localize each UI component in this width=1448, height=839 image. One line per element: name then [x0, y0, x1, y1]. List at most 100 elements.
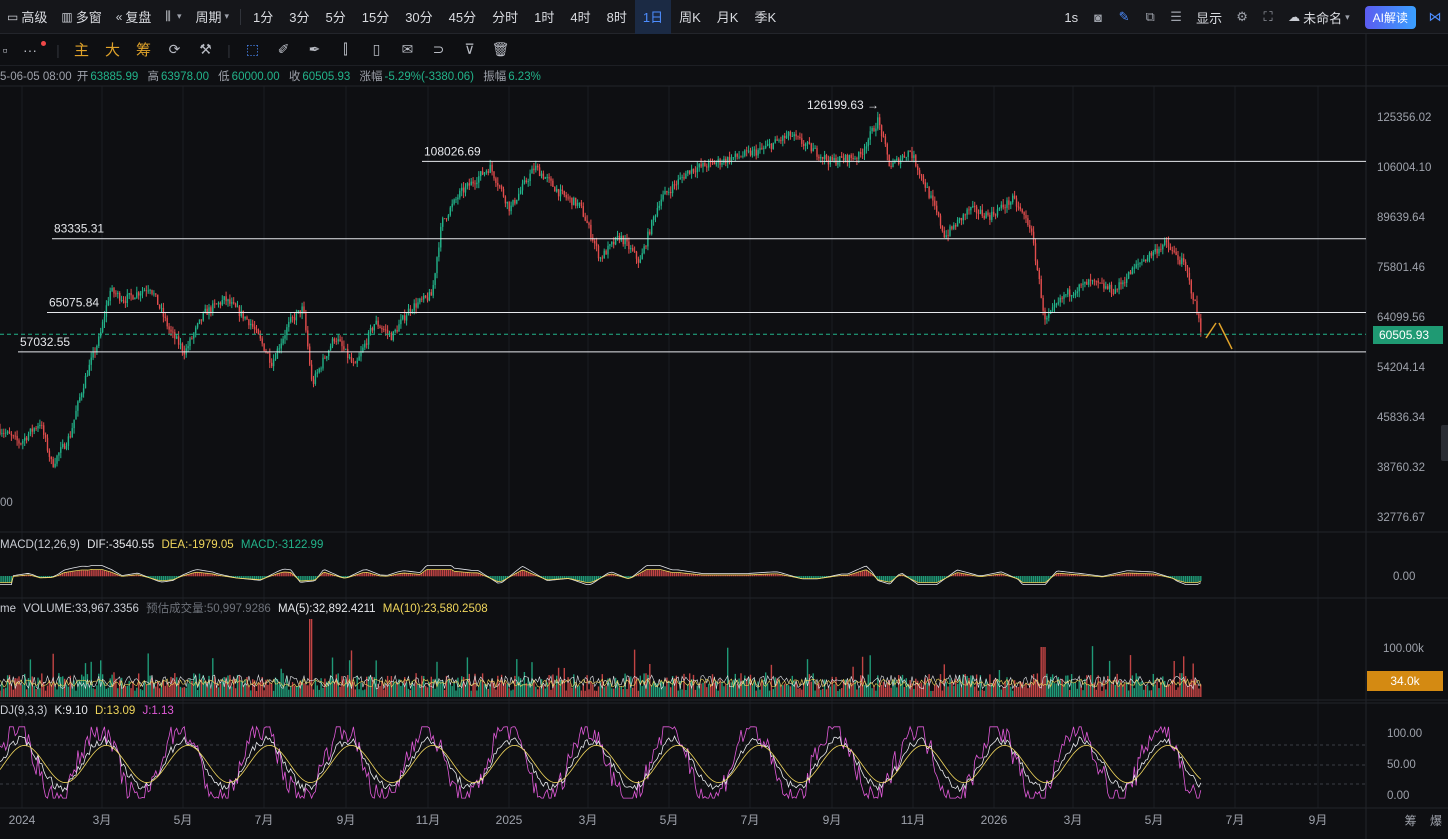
- volume-bar: [407, 688, 410, 697]
- candle-body: [854, 158, 856, 160]
- candle-body: [1148, 252, 1151, 258]
- macd-bar: [198, 572, 201, 577]
- macd-bar: [639, 573, 641, 577]
- candle-body: [143, 290, 146, 292]
- macd-bar: [884, 576, 887, 582]
- candle-body: [597, 246, 600, 259]
- volume-bar: [1091, 646, 1094, 697]
- volume-bar: [1158, 688, 1160, 697]
- candle-body: [833, 158, 835, 161]
- chips-toggle[interactable]: 筹: [1405, 814, 1417, 828]
- candle-body: [713, 162, 716, 165]
- candle-body: [943, 230, 945, 238]
- volume-bar: [537, 689, 539, 697]
- grid: [0, 34, 1448, 839]
- candle-body: [198, 319, 201, 324]
- volume-bar: [314, 680, 317, 697]
- chart-canvas[interactable]: 126199.63 → 108026.69 83335.31 65075.84 5703…: [0, 0, 1448, 839]
- candle-body: [852, 157, 854, 160]
- candle-body: [761, 147, 763, 149]
- candle-body: [1006, 200, 1008, 208]
- candle-body: [489, 164, 491, 173]
- volume-bar: [696, 685, 698, 697]
- volume-bar: [176, 677, 178, 697]
- candle-body: [236, 306, 239, 308]
- volume-bar: [681, 689, 683, 697]
- volume-bar: [189, 678, 191, 697]
- candle-body: [480, 171, 482, 177]
- volume-bar: [1095, 689, 1097, 697]
- candle-body: [510, 205, 512, 212]
- macd-bar: [101, 570, 104, 577]
- candle-body: [937, 212, 940, 216]
- candle-body: [476, 182, 478, 185]
- volume-bar: [953, 686, 955, 697]
- macd-bar: [519, 571, 522, 577]
- macd-bar: [1194, 576, 1196, 583]
- candle-body: [670, 191, 672, 194]
- volume-bar: [1013, 680, 1016, 697]
- candle-body: [892, 162, 894, 168]
- volume-bar: [1097, 675, 1099, 697]
- liquidation-toggle[interactable]: 爆: [1430, 814, 1442, 828]
- candle-body: [1124, 282, 1126, 284]
- side-panel-toggle[interactable]: [1441, 425, 1448, 461]
- candle-body: [977, 213, 980, 214]
- macd-bar: [423, 572, 425, 577]
- candle-body: [622, 235, 624, 245]
- volume-bar: [886, 683, 888, 697]
- volume-bar: [702, 682, 704, 697]
- candle-body: [628, 241, 630, 250]
- candle-body: [276, 348, 279, 359]
- candle-body: [901, 155, 904, 160]
- horizontal-levels[interactable]: 126199.63 → 108026.69 83335.31 65075.84 5703…: [0, 98, 1366, 353]
- macd-bar: [305, 576, 307, 581]
- macd-bar: [77, 570, 79, 577]
- candle-body: [1165, 240, 1168, 243]
- candle-body: [267, 352, 269, 354]
- macd-bar: [867, 571, 869, 577]
- macd-bar: [671, 572, 674, 577]
- volume-bar: [998, 669, 1001, 697]
- volume-bar: [516, 659, 518, 697]
- candle-body: [221, 300, 223, 305]
- candle-body: [544, 177, 546, 179]
- volume-bar: [941, 690, 944, 697]
- candle-body: [31, 428, 33, 432]
- candle-body: [651, 220, 653, 235]
- candle-body: [1000, 204, 1002, 209]
- volume-bar: [1143, 689, 1145, 697]
- macd-bar: [286, 572, 288, 577]
- candle-body: [375, 320, 377, 325]
- candle-body: [1114, 289, 1116, 294]
- candle-body: [974, 205, 976, 207]
- volume-bar: [1181, 673, 1183, 697]
- candle-body: [263, 343, 265, 351]
- candle-body: [1179, 259, 1181, 265]
- candle-body: [255, 329, 258, 330]
- volume-bar: [426, 687, 429, 697]
- candle-body: [394, 329, 396, 332]
- macd-bar: [111, 572, 113, 577]
- macd-bar: [1021, 576, 1023, 582]
- macd-bar: [438, 570, 440, 577]
- macd-bar: [926, 576, 928, 583]
- candle-body: [189, 338, 191, 347]
- volume-bar: [639, 675, 641, 697]
- volume-bar: [119, 680, 121, 697]
- candle-body: [284, 335, 286, 339]
- macd-bar: [0, 576, 1, 583]
- volume-bar: [1015, 686, 1018, 697]
- volume-bar: [1040, 647, 1042, 697]
- macd-bar: [440, 570, 442, 577]
- candle-body: [466, 183, 469, 187]
- candle-body: [542, 173, 545, 179]
- macd-bar: [466, 572, 469, 577]
- candle-body: [595, 243, 598, 247]
- macd-bar: [1025, 576, 1027, 583]
- date-label: 9月: [823, 813, 842, 827]
- macd-bar: [573, 576, 575, 580]
- volume-bar: [727, 647, 729, 697]
- macd-bar: [641, 572, 643, 577]
- price-axis-label: 89639.64: [1377, 212, 1426, 224]
